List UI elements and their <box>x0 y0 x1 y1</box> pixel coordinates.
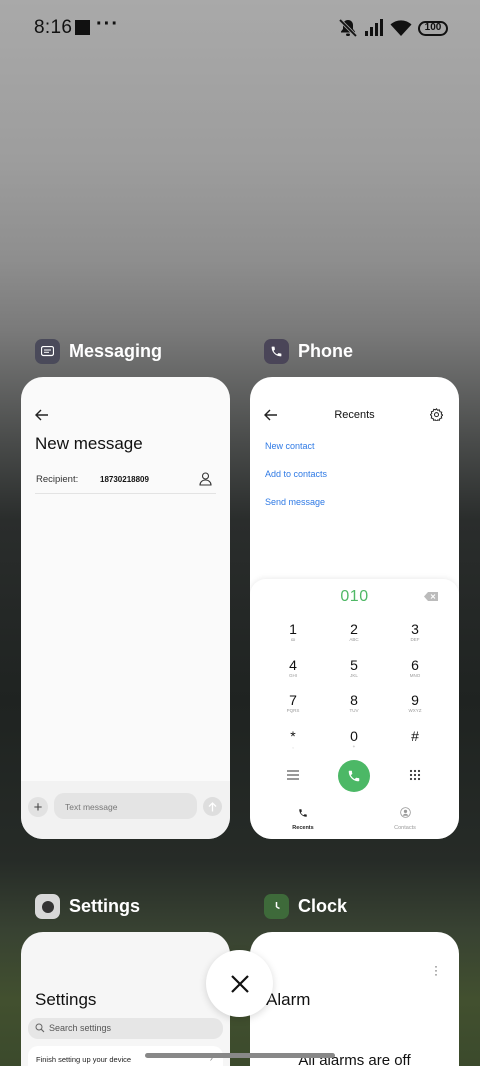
phone-icon <box>299 809 307 817</box>
search-placeholder: Search settings <box>49 1023 112 1033</box>
text-message-input[interactable]: Text message <box>54 793 197 819</box>
send-message-link[interactable]: Send message <box>265 497 325 507</box>
more-notifications-icon: ··· <box>96 13 119 35</box>
clock-app-label[interactable]: Clock <box>264 894 347 919</box>
status-bar: 8:16 ··· 100 <box>0 0 480 56</box>
contacts-icon <box>399 807 411 818</box>
phone-app-icon <box>264 339 289 364</box>
clock-app-name: Clock <box>298 896 348 916</box>
dial-key-star[interactable]: *, <box>273 728 313 750</box>
messaging-card[interactable]: New message Recipient: 18730218809 + Tex… <box>21 377 230 839</box>
notification-square-icon <box>75 20 90 35</box>
muted-bell-icon <box>338 18 358 38</box>
more-options-icon[interactable]: · · · <box>434 960 438 980</box>
dial-key-6[interactable]: 6 MNO <box>395 657 435 679</box>
tab-recents[interactable]: Recents <box>278 805 328 831</box>
phone-app-label[interactable]: Phone <box>264 339 353 364</box>
dialpad: 010 1ꝏ 2 ABC 3 DEF 4 GHI 5 JKL 6 MNO 7 PQRS 8T… <box>250 579 459 839</box>
phone-call-icon <box>348 770 360 782</box>
dial-key-hash[interactable]: # <box>395 728 435 744</box>
messaging-app-icon <box>35 339 60 364</box>
close-icon <box>230 974 249 993</box>
search-settings-field[interactable]: Search settings <box>28 1018 223 1039</box>
settings-card[interactable]: Settings Search settings Finish setting … <box>21 932 230 1066</box>
settings-app-label[interactable]: Settings <box>35 894 140 919</box>
wifi-icon <box>390 20 412 36</box>
new-contact-link[interactable]: New contact <box>265 441 315 451</box>
status-icons: 100 <box>338 16 448 40</box>
page-title: New message <box>35 434 143 453</box>
back-arrow-icon[interactable] <box>35 409 49 421</box>
search-icon <box>35 1023 45 1033</box>
battery-icon: 100 <box>418 20 448 36</box>
settings-app-name: Settings <box>69 896 141 916</box>
recipient-value: 18730218809 <box>100 475 149 484</box>
finish-setup-label: Finish setting up your device <box>36 1055 132 1064</box>
page-title: Settings <box>35 990 97 1009</box>
gear-icon[interactable] <box>430 408 443 421</box>
compose-bar: + Text message <box>21 781 230 839</box>
recipient-label: Recipient: <box>36 474 79 485</box>
messaging-app-name: Messaging <box>69 341 163 361</box>
signal-icon <box>365 19 383 36</box>
messaging-app-label[interactable]: Messaging <box>35 339 162 364</box>
dial-key-3[interactable]: 3 DEF <box>395 621 435 643</box>
dial-key-2[interactable]: 2 ABC <box>334 621 374 643</box>
dial-key-7[interactable]: 7 PQRS <box>273 692 313 714</box>
dial-key-8[interactable]: 8 TUV <box>334 692 374 714</box>
menu-icon[interactable] <box>287 770 299 780</box>
dial-key-4[interactable]: 4 GHI <box>273 657 313 679</box>
clock-card[interactable]: · · · Alarm All alarms are off <box>250 932 459 1066</box>
tab-contacts[interactable]: Contacts <box>380 805 430 831</box>
page-title: Recents <box>334 409 375 421</box>
settings-app-icon <box>35 894 60 919</box>
tab-contacts-label: Contacts <box>394 825 416 831</box>
phone-app-name: Phone <box>298 341 354 361</box>
phone-card[interactable]: Recents New contact Add to contacts Send… <box>250 377 459 839</box>
tab-recents-label: Recents <box>292 825 314 831</box>
dial-key-0[interactable]: 0 + <box>334 728 374 750</box>
contact-picker-icon[interactable] <box>199 472 212 486</box>
send-icon[interactable] <box>203 797 222 816</box>
backspace-icon[interactable] <box>424 592 438 601</box>
dial-key-5[interactable]: 5 JKL <box>334 657 374 679</box>
dial-key-9[interactable]: 9 WXYZ <box>395 692 435 714</box>
dialpad-grid-icon[interactable] <box>409 769 421 781</box>
dial-key-1[interactable]: 1ꝏ <box>273 621 313 643</box>
home-indicator[interactable] <box>145 1053 335 1058</box>
recipient-field[interactable]: Recipient: 18730218809 <box>35 472 216 494</box>
page-title: Alarm <box>266 990 311 1009</box>
clock-app-icon <box>264 894 289 919</box>
add-to-contacts-link[interactable]: Add to contacts <box>265 469 327 479</box>
status-time: 8:16 <box>34 17 73 38</box>
attach-plus-icon[interactable]: + <box>28 797 48 817</box>
close-all-button[interactable] <box>206 950 273 1017</box>
call-button[interactable] <box>338 760 370 792</box>
